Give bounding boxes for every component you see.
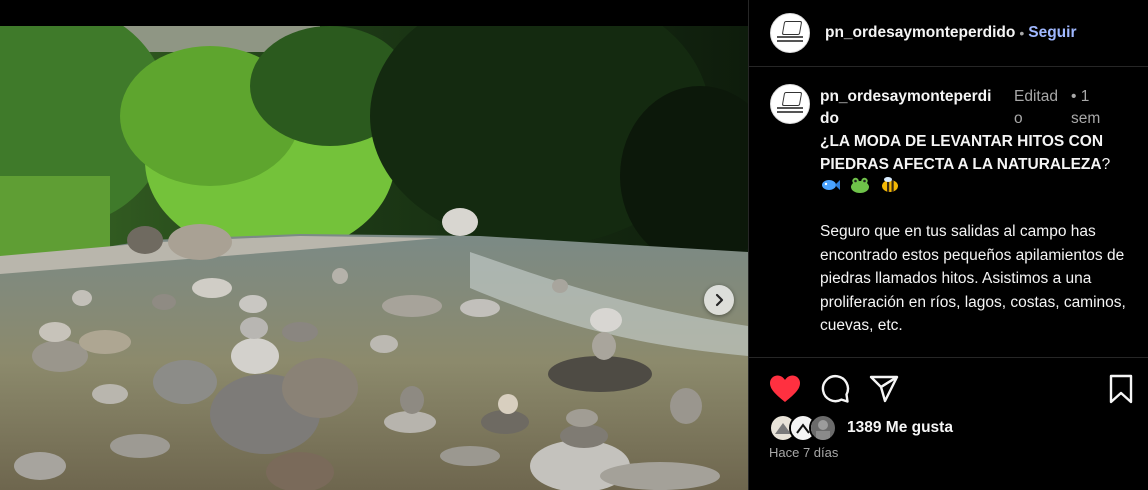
post-time[interactable]: • 1 sem — [1071, 86, 1127, 130]
follow-button[interactable]: Seguir — [1028, 24, 1076, 42]
post-photo[interactable] — [0, 26, 748, 490]
chevron-right-icon — [715, 293, 724, 307]
emoji-row — [820, 176, 900, 194]
avatar[interactable] — [770, 13, 810, 53]
post-date[interactable]: Hace 7 días — [769, 445, 838, 460]
park-logo-icon — [781, 92, 803, 106]
caption-body: Seguro que en tus salidas al campo has e… — [820, 223, 1126, 334]
share-icon[interactable] — [869, 374, 899, 409]
heart-icon[interactable] — [769, 374, 801, 409]
comment-icon[interactable] — [820, 374, 850, 409]
caption-title: ¿LA MODA DE LEVANTAR HITOS CON PIEDRAS A… — [820, 133, 1111, 173]
separator-dot: • — [1019, 25, 1025, 41]
likes-row: 1389 Me gusta — [769, 414, 953, 442]
river-cairns-image — [0, 26, 748, 490]
caption-username[interactable]: pn_ordesaymonteperdi do — [820, 86, 1010, 130]
action-bar — [769, 374, 1135, 406]
top-bar — [0, 0, 748, 26]
next-photo-button[interactable] — [704, 285, 734, 315]
post-side-panel: pn_ordesaymonteperdido • Seguir pn_ordes… — [748, 0, 1148, 490]
park-logo-icon — [781, 21, 803, 35]
liker-avatar[interactable] — [809, 414, 837, 442]
fish-emoji-icon — [820, 176, 840, 194]
post-header: pn_ordesaymonteperdido • Seguir — [749, 0, 1148, 67]
header-username[interactable]: pn_ordesaymonteperdido — [825, 24, 1015, 42]
divider — [749, 357, 1148, 358]
caption-avatar[interactable] — [770, 84, 810, 124]
frog-emoji-icon — [850, 176, 870, 194]
likes-count[interactable]: 1389 Me gusta — [847, 419, 953, 437]
bookmark-icon[interactable] — [1107, 374, 1135, 409]
bee-emoji-icon — [880, 176, 900, 194]
edited-label: Editad o — [1014, 88, 1058, 127]
